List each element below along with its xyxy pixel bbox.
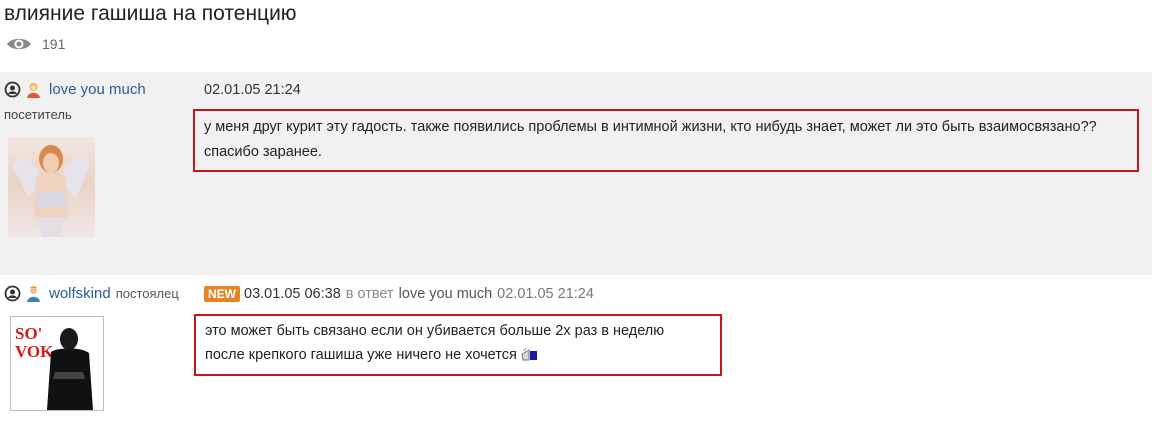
post-author: wolfskind постоялец	[4, 285, 179, 302]
user-avatar	[8, 137, 95, 237]
post-date[interactable]: 02.01.05 21:24	[204, 82, 301, 98]
reply-to-link[interactable]: love you much	[399, 286, 493, 302]
user-rank: постоялец	[115, 286, 179, 301]
female-user-icon	[27, 83, 40, 98]
new-badge: NEW	[204, 286, 240, 302]
user-rank: посетитель	[4, 107, 72, 122]
reply-date[interactable]: 02.01.05 21:24	[497, 286, 594, 302]
message-line: у меня друг курит эту гадость. также поя…	[204, 119, 1097, 135]
forum-post: wolfskind постоялец SO' VOK NEW 03.01.05…	[0, 278, 1152, 421]
profile-icon[interactable]	[4, 81, 21, 98]
username-link[interactable]: love you much	[49, 81, 146, 98]
forum-post: love you much посетитель 02.01.05 21:24 …	[0, 72, 1152, 275]
message-box: у меня друг курит эту гадость. также поя…	[193, 109, 1139, 172]
profile-icon[interactable]	[4, 285, 21, 302]
message-line: после крепкого гашиша уже ничего не хоче…	[205, 347, 539, 363]
user-avatar: SO' VOK	[10, 316, 104, 411]
views-count: 191	[42, 36, 66, 52]
username-link[interactable]: wolfskind	[49, 285, 111, 302]
message-text: после крепкого гашиша уже ничего не хоче…	[205, 347, 517, 363]
post-meta: NEW 03.01.05 06:38 в ответ love you much…	[204, 286, 594, 302]
message-box: это может быть связано если он убивается…	[194, 314, 722, 376]
smoking-smiley-icon	[521, 348, 537, 361]
avatar-text: SO'	[15, 324, 42, 343]
message-line: это может быть связано если он убивается…	[205, 323, 665, 339]
avatar-text: VOK	[15, 342, 54, 361]
eye-icon	[7, 38, 31, 50]
post-author: love you much	[4, 81, 146, 98]
male-user-icon	[27, 286, 40, 302]
post-meta: 02.01.05 21:24	[204, 82, 301, 98]
post-date[interactable]: 03.01.05 06:38	[244, 286, 341, 302]
views-counter: 191	[6, 36, 65, 52]
reply-prefix: в ответ	[345, 286, 394, 302]
message-line: спасибо заранее.	[204, 144, 322, 160]
topic-title: влияние гашиша на потенцию	[4, 2, 297, 25]
